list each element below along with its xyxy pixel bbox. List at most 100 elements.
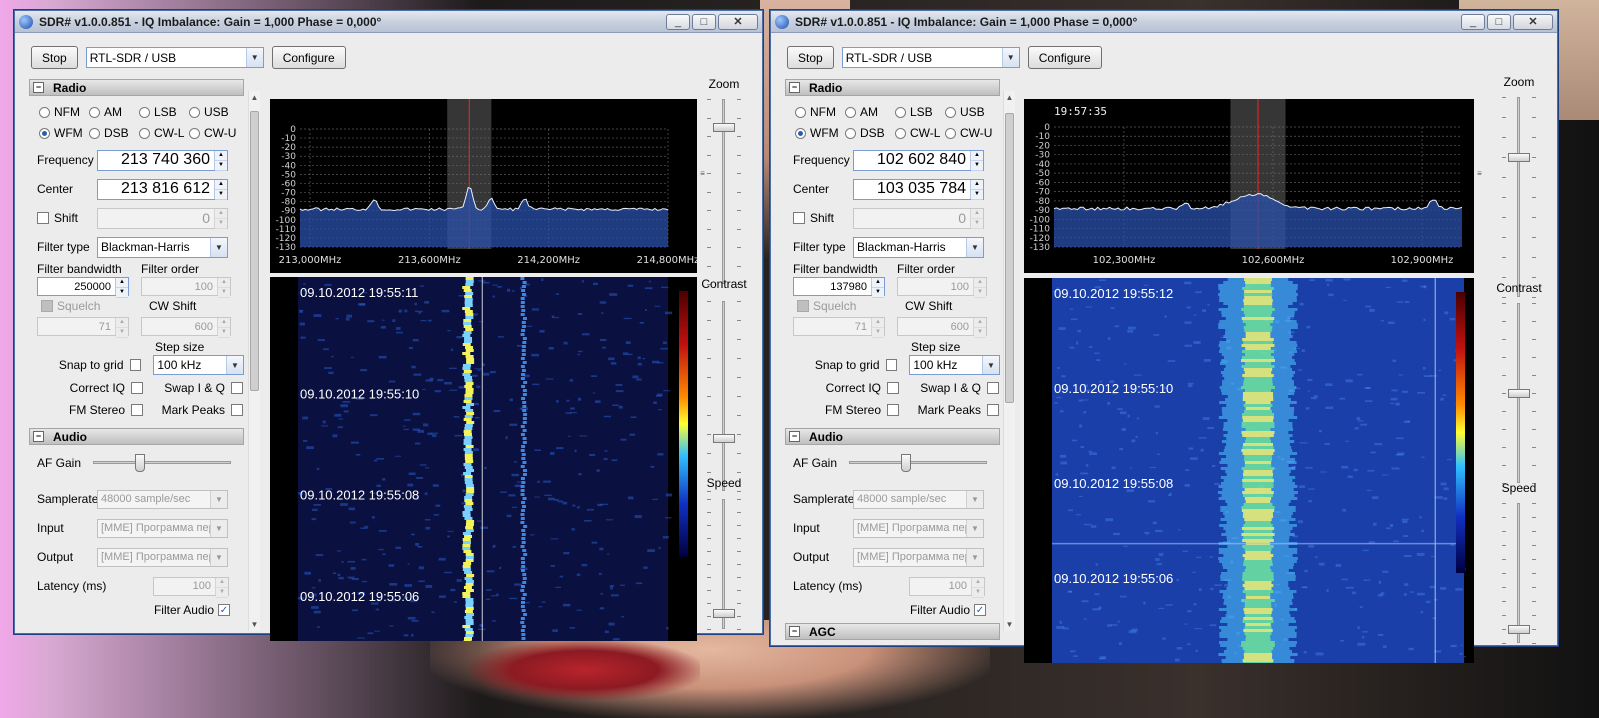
mode-radio-dsb[interactable]: DSB bbox=[89, 126, 139, 140]
audio-section-header[interactable]: − Audio bbox=[29, 428, 244, 445]
filter-order-spinner[interactable]: ▲ ▼ bbox=[973, 278, 986, 298]
scroll-up-icon[interactable]: ▲ bbox=[1004, 93, 1015, 102]
mode-radio-wfm[interactable]: WFM bbox=[39, 126, 89, 140]
mode-radio-usb[interactable]: USB bbox=[945, 105, 995, 119]
spectrum-splitter[interactable]: ≡ bbox=[1474, 99, 1485, 273]
step-size-select[interactable]: 100 kHz ▼ bbox=[909, 355, 1000, 375]
close-button[interactable]: ✕ bbox=[718, 13, 758, 30]
maximize-button[interactable]: □ bbox=[1487, 13, 1511, 30]
af-gain-track[interactable] bbox=[93, 461, 231, 464]
radio-dot-icon[interactable] bbox=[139, 106, 150, 118]
mode-radio-am[interactable]: AM bbox=[845, 105, 895, 119]
filter-order-input[interactable]: 100 ▲ ▼ bbox=[897, 277, 987, 298]
collapse-icon[interactable]: − bbox=[789, 82, 800, 93]
cw-shift-spinner[interactable]: ▲ ▼ bbox=[217, 318, 230, 338]
radio-dot-icon[interactable] bbox=[895, 127, 906, 139]
minimize-button[interactable]: _ bbox=[1461, 13, 1485, 30]
squelch-checkbox[interactable] bbox=[797, 300, 809, 312]
mode-radio-cw-l[interactable]: CW-L bbox=[139, 126, 189, 140]
shift-checkbox-label[interactable]: Shift bbox=[793, 211, 853, 225]
frequency-input[interactable]: 102 602 840 ▲ ▼ bbox=[853, 149, 984, 171]
radio-dot-icon[interactable] bbox=[189, 127, 200, 139]
radio-dot-icon[interactable] bbox=[845, 127, 856, 139]
cw-shift-input[interactable]: 600 ▲ ▼ bbox=[897, 317, 987, 338]
spectrum-analyzer[interactable]: 0 -10 -20 -30 -40 -50 -60 -70 -80 -90 -100 -110 -120… bbox=[270, 99, 697, 273]
mode-radio-lsb[interactable]: LSB bbox=[895, 105, 945, 119]
filter-audio-checkbox[interactable]: ✓ bbox=[974, 604, 986, 616]
mode-radio-nfm[interactable]: NFM bbox=[39, 105, 89, 119]
shift-input[interactable]: 0 ▲ ▼ bbox=[97, 207, 228, 229]
input-select[interactable]: [MME] Программа пер ▼ bbox=[97, 518, 228, 538]
correct-iq-checkbox[interactable] bbox=[131, 382, 143, 394]
sdrsharp-window-left[interactable]: SDR# v1.0.0.851 - IQ Imbalance: Gain = 1… bbox=[14, 10, 763, 641]
waterfall-display[interactable]: 09.10.2012 19:55:11 09.10.2012 19:55:10 09… bbox=[270, 277, 697, 641]
close-button[interactable]: ✕ bbox=[1513, 13, 1553, 30]
filter-bandwidth-input[interactable]: 137980 ▲ ▼ bbox=[793, 277, 885, 298]
output-select[interactable]: [MME] Программа пер ▼ bbox=[97, 547, 228, 567]
scroll-up-icon[interactable]: ▲ bbox=[249, 93, 260, 102]
radio-dot-icon[interactable] bbox=[89, 106, 100, 118]
radio-dot-icon[interactable] bbox=[189, 106, 200, 118]
shift-spinner[interactable]: ▲ ▼ bbox=[970, 208, 983, 229]
slider-thumb[interactable] bbox=[1508, 389, 1530, 398]
slider-thumb[interactable] bbox=[713, 433, 735, 443]
collapse-icon[interactable]: − bbox=[789, 431, 800, 442]
slider-thumb[interactable] bbox=[713, 122, 735, 132]
panel-scrollbar-thumb[interactable] bbox=[250, 111, 259, 391]
slider-track[interactable] bbox=[1517, 97, 1520, 297]
zoom-slider[interactable]: Zoom bbox=[1494, 75, 1544, 303]
panel-scrollbar-thumb[interactable] bbox=[1005, 113, 1014, 403]
mode-radio-wfm[interactable]: WFM bbox=[795, 126, 845, 140]
latency-spinner[interactable]: ▲ ▼ bbox=[215, 577, 228, 598]
samplerate-select[interactable]: 48000 sample/sec ▼ bbox=[853, 489, 984, 509]
fm-stereo-checkbox[interactable] bbox=[887, 404, 899, 416]
squelch-checkbox[interactable] bbox=[41, 300, 53, 312]
radio-dot-icon[interactable] bbox=[895, 106, 906, 118]
contrast-slider[interactable]: Contrast bbox=[1494, 281, 1544, 489]
radio-section-header[interactable]: − Radio bbox=[785, 79, 1000, 96]
samplerate-select[interactable]: 48000 sample/sec ▼ bbox=[97, 489, 228, 509]
center-spinner[interactable]: ▲ ▼ bbox=[214, 179, 227, 200]
panel-scrollbar[interactable]: ▲ ▼ bbox=[1003, 91, 1015, 631]
radio-dot-icon[interactable] bbox=[795, 106, 806, 118]
maximize-button[interactable]: □ bbox=[692, 13, 716, 30]
mode-radio-cw-l[interactable]: CW-L bbox=[895, 126, 945, 140]
speed-slider[interactable]: Speed bbox=[699, 476, 749, 635]
fm-stereo-checkbox[interactable] bbox=[131, 404, 143, 416]
stop-button[interactable]: Stop bbox=[31, 46, 78, 69]
contrast-slider[interactable]: Contrast bbox=[699, 277, 749, 497]
filter-bandwidth-spinner[interactable]: ▲ ▼ bbox=[871, 278, 884, 298]
shift-input[interactable]: 0 ▲ ▼ bbox=[853, 207, 984, 229]
cw-shift-input[interactable]: 600 ▲ ▼ bbox=[141, 317, 231, 338]
mode-radio-usb[interactable]: USB bbox=[189, 105, 239, 119]
af-gain-thumb[interactable] bbox=[135, 454, 146, 472]
latency-input[interactable]: 100 ▲ ▼ bbox=[909, 576, 985, 598]
waterfall-display[interactable]: 09.10.2012 19:55:12 09.10.2012 19:55:10 09… bbox=[1024, 278, 1474, 663]
splitter-grip-icon[interactable]: ≡ bbox=[1474, 169, 1485, 178]
swap-iq-checkbox[interactable] bbox=[231, 382, 243, 394]
radio-dot-icon[interactable] bbox=[39, 106, 50, 118]
radio-dot-icon[interactable] bbox=[845, 106, 856, 118]
squelch-input[interactable]: 71 ▲ ▼ bbox=[37, 317, 129, 338]
latency-input[interactable]: 100 ▲ ▼ bbox=[153, 576, 229, 598]
filter-bandwidth-input[interactable]: 250000 ▲ ▼ bbox=[37, 277, 129, 298]
collapse-icon[interactable]: − bbox=[33, 82, 44, 93]
filter-bandwidth-spinner[interactable]: ▲ ▼ bbox=[115, 278, 128, 298]
frequency-spinner[interactable]: ▲ ▼ bbox=[970, 150, 983, 171]
mode-radio-nfm[interactable]: NFM bbox=[795, 105, 845, 119]
center-spinner[interactable]: ▲ ▼ bbox=[970, 179, 983, 200]
speed-slider[interactable]: Speed bbox=[1494, 481, 1544, 649]
slider-thumb[interactable] bbox=[1508, 625, 1530, 634]
mode-radio-lsb[interactable]: LSB bbox=[139, 105, 189, 119]
center-input[interactable]: 213 816 612 ▲ ▼ bbox=[97, 178, 228, 200]
latency-spinner[interactable]: ▲ ▼ bbox=[971, 577, 984, 598]
mode-radio-cw-u[interactable]: CW-U bbox=[945, 126, 995, 140]
cw-shift-spinner[interactable]: ▲ ▼ bbox=[973, 318, 986, 338]
frequency-spinner[interactable]: ▲ ▼ bbox=[214, 150, 227, 171]
sdrsharp-window-right[interactable]: SDR# v1.0.0.851 - IQ Imbalance: Gain = 1… bbox=[770, 10, 1558, 663]
snap-checkbox[interactable] bbox=[129, 359, 142, 371]
filter-order-spinner[interactable]: ▲ ▼ bbox=[217, 278, 230, 298]
configure-button[interactable]: Configure bbox=[1027, 46, 1102, 69]
mode-radio-am[interactable]: AM bbox=[89, 105, 139, 119]
slider-thumb[interactable] bbox=[1508, 153, 1530, 162]
